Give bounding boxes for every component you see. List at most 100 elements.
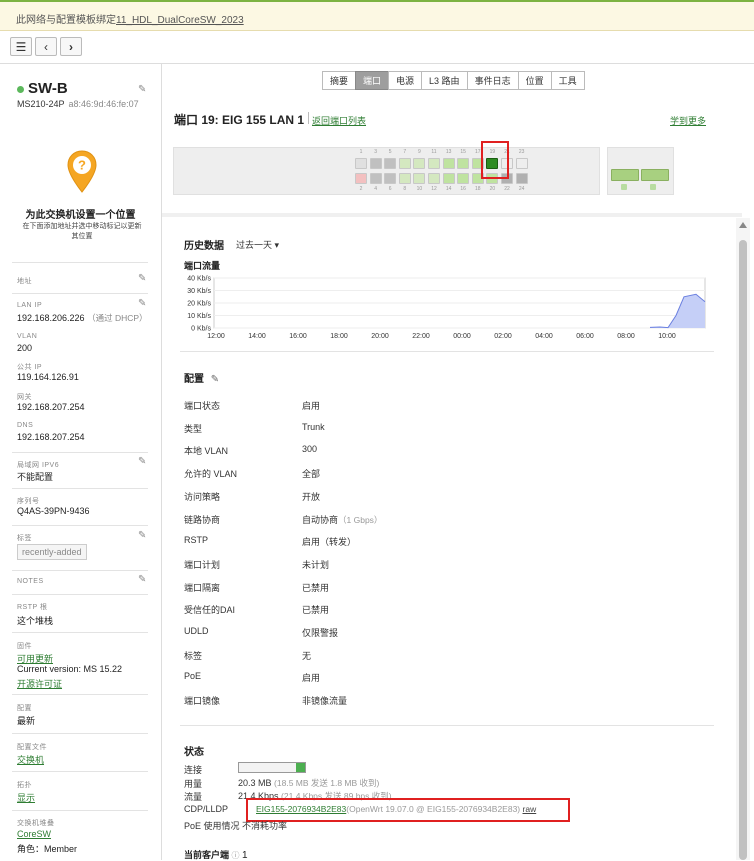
divider — [12, 632, 148, 633]
profile-link[interactable]: 交换机 — [17, 753, 44, 766]
scrollbar-thumb[interactable] — [739, 240, 747, 860]
switch-port-11[interactable] — [428, 158, 440, 169]
divider — [12, 771, 148, 772]
divider — [12, 488, 148, 489]
edit-ipv6-icon[interactable]: ✎ — [138, 456, 146, 467]
dns-label: DNS — [17, 422, 34, 429]
sfp-port-2[interactable] — [641, 169, 669, 181]
edit-tags-icon[interactable]: ✎ — [138, 530, 146, 541]
time-range-select[interactable]: 过去一天 ▾ — [236, 238, 279, 251]
traffic-chart: 40 Kb/s 30 Kb/s 20 Kb/s 10 Kb/s 0 Kb/s12:00 1… — [187, 276, 706, 340]
config-key: 端口状态 — [184, 401, 221, 411]
switch-port-15[interactable] — [457, 158, 470, 169]
switch-port-12[interactable] — [428, 173, 440, 184]
back-to-port-list-link[interactable]: 返回端口列表 — [312, 114, 366, 127]
config-key: RSTP — [184, 535, 209, 546]
port-number: 6 — [388, 186, 392, 192]
status-title: 状态 — [184, 747, 204, 758]
divider — [12, 452, 148, 453]
info-icon[interactable]: ⓘ — [232, 851, 240, 860]
switch-port-24[interactable] — [515, 173, 528, 184]
sfp-port-1[interactable] — [611, 169, 639, 181]
divider — [12, 570, 148, 571]
topology-link[interactable]: 显示 — [17, 791, 35, 804]
template-link[interactable]: 11_HDL_DualCoreSW_2023 — [116, 15, 244, 26]
tags-label: 标签 — [17, 535, 32, 542]
switch-port-4[interactable] — [369, 173, 382, 184]
x-tick-label: 12:00 — [207, 333, 225, 340]
config-key: 链路协商 — [184, 514, 221, 525]
port-number: 3 — [374, 149, 377, 155]
switch-port-8[interactable] — [398, 173, 411, 184]
cdp-label: CDP/LLDP — [184, 804, 229, 814]
edit-config-icon[interactable]: ✎ — [211, 374, 219, 385]
switch-port-14[interactable] — [442, 173, 455, 184]
edit-address-icon[interactable]: ✎ — [138, 273, 146, 284]
switch-port-2[interactable] — [355, 173, 367, 184]
list-icon[interactable]: ☰ — [10, 37, 32, 56]
config-label: 配置 — [17, 705, 32, 712]
chevron-left-icon[interactable]: ‹ — [35, 37, 57, 56]
x-tick-label: 06:00 — [576, 333, 594, 340]
switch-port-3[interactable] — [369, 158, 382, 169]
vlan-value: 200 — [17, 343, 33, 353]
divider — [12, 694, 148, 695]
divider — [12, 810, 148, 811]
tab-0[interactable]: 摘要 — [322, 71, 357, 90]
gateway-value: 192.168.207.254 — [17, 402, 85, 412]
svg-text:?: ? — [78, 158, 86, 173]
config-value: 开放 — [302, 491, 321, 502]
title-separator — [308, 112, 309, 124]
port-number: 12 — [431, 186, 437, 192]
tab-1[interactable]: 端口 — [355, 71, 390, 90]
serial-label: 序列号 — [17, 498, 40, 505]
scrollbar[interactable] — [736, 218, 750, 860]
nav-buttons: ☰ ‹ › — [10, 37, 82, 56]
tab-6[interactable]: 工具 — [550, 71, 585, 90]
firmware-label: 固件 — [17, 643, 32, 650]
learn-more-link[interactable]: 学到更多 — [670, 114, 706, 127]
x-tick-label: 20:00 — [371, 333, 389, 340]
port-number: 20 — [489, 186, 496, 192]
gateway-label: 网关 — [17, 394, 32, 401]
switch-port-16[interactable] — [457, 173, 470, 184]
switch-port-5[interactable] — [384, 158, 397, 169]
config-value: 已禁用 — [302, 605, 330, 616]
chevron-right-icon[interactable]: › — [60, 37, 82, 56]
config-value: Trunk — [302, 421, 325, 432]
license-link[interactable]: 开源许可证 — [17, 677, 62, 690]
tab-3[interactable]: L3 路由 — [421, 71, 468, 90]
port-number: 22 — [504, 186, 510, 192]
edit-name-icon[interactable]: ✎ — [138, 84, 146, 95]
switch-faceplate: 1 2 3 4 5 6 7 8 9 10 11 12 13 14 15 16 17 18 19 20 21 22 23 24 — [173, 147, 600, 195]
config-value: 非镜像流量 — [302, 696, 348, 707]
scroll-up-icon[interactable] — [739, 222, 747, 228]
switch-port-6[interactable] — [384, 173, 397, 184]
switch-port-10[interactable] — [413, 173, 426, 184]
banner-text: 此网络与配置模板绑定 — [16, 15, 116, 26]
tab-2[interactable]: 电源 — [388, 71, 423, 90]
edit-notes-icon[interactable]: ✎ — [138, 574, 146, 585]
config-key: 允许的 VLAN — [184, 469, 238, 480]
rstp-label: RSTP 根 — [17, 604, 48, 611]
stack-link[interactable]: CoreSW — [17, 829, 51, 839]
link-status-bar — [238, 762, 306, 773]
x-tick-label: 10:00 — [658, 333, 676, 340]
switch-port-1[interactable] — [355, 158, 367, 169]
divider — [12, 262, 148, 263]
switch-port-23[interactable] — [515, 158, 528, 169]
port-number: 16 — [460, 186, 466, 192]
tab-5[interactable]: 位置 — [517, 71, 552, 90]
tab-4[interactable]: 事件日志 — [466, 71, 519, 90]
tag-chip[interactable]: recently-added — [17, 544, 87, 560]
config-value: 未计划 — [302, 559, 330, 570]
edit-lanip-icon[interactable]: ✎ — [138, 298, 146, 309]
stack-label: 交换机堆叠 — [17, 820, 55, 827]
switch-port-7[interactable] — [398, 158, 411, 169]
switch-port-9[interactable] — [413, 158, 426, 169]
config-key: 端口镜像 — [184, 696, 221, 707]
cdp-highlight — [246, 798, 570, 822]
address-label: 地址 — [17, 278, 32, 285]
location-hint: 在下面添加地址并选中移动标记以更新其位置 — [22, 223, 142, 240]
switch-port-13[interactable] — [442, 158, 455, 169]
